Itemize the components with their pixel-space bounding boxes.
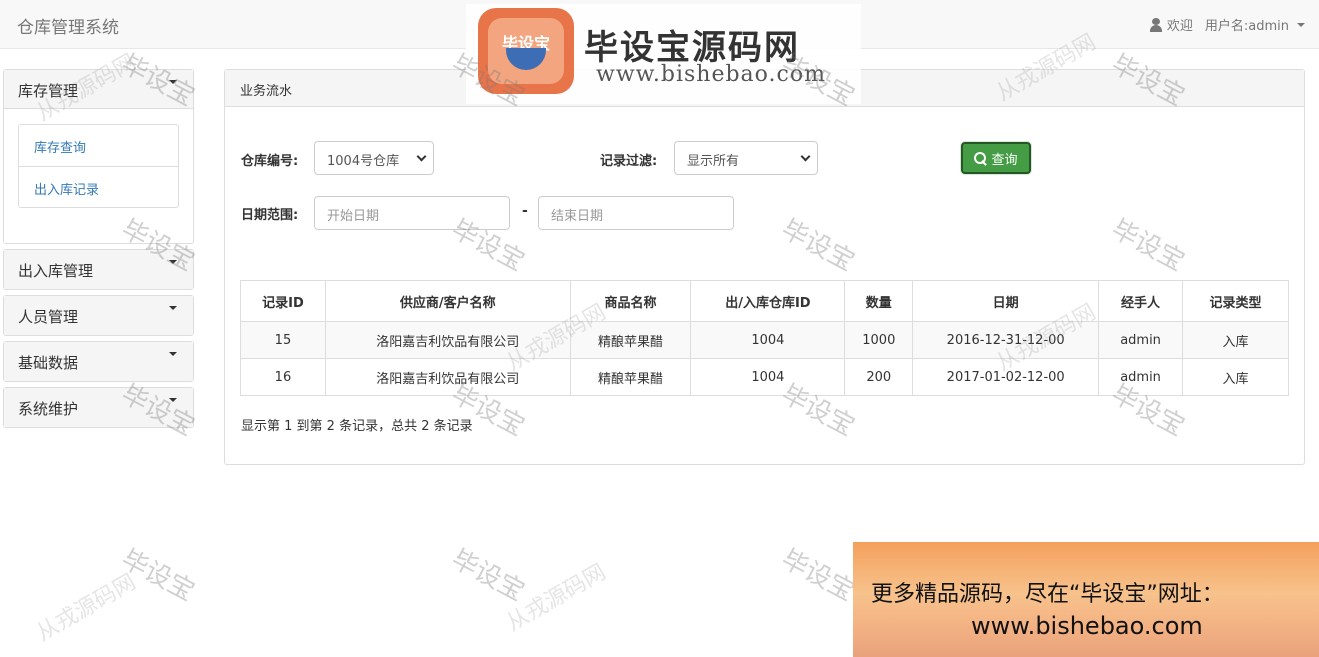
cell-product: 精酿苹果醋	[569, 321, 692, 359]
menu-basic-data: 基础数据	[3, 341, 194, 382]
cell-product: 精酿苹果醋	[569, 358, 692, 396]
watermark-text: 从戎源码网	[32, 569, 141, 647]
menu-system: 系统维护	[3, 387, 194, 428]
caret-down-icon	[169, 352, 177, 356]
watermark-text: 毕设宝	[116, 544, 200, 608]
menu-body-inventory: 库存查询 出入库记录	[4, 109, 193, 243]
warehouse-label: 仓库编号:	[241, 154, 299, 169]
submenu-item-io-records[interactable]: 出入库记录	[19, 166, 178, 207]
chevron-down-icon	[1297, 22, 1305, 27]
cell-date: 2016-12-31-12-00	[912, 321, 1100, 359]
watermark-text: 毕设宝	[776, 544, 860, 608]
cell-warehouse-id: 1004	[690, 321, 846, 359]
query-button-label: 查询	[991, 152, 1018, 168]
promo-text: 更多精品源码，尽在“毕设宝”网址：	[871, 582, 1224, 607]
cell-partner: 洛阳嘉吉利饮品有限公司	[324, 321, 571, 359]
menu-header-basic-data[interactable]: 基础数据	[4, 342, 193, 381]
table-row[interactable]: 16 洛阳嘉吉利饮品有限公司 精酿苹果醋 1004 200 2017-01-02…	[240, 358, 1289, 396]
cell-quantity: 200	[844, 358, 914, 396]
watermark-text: 毕设宝	[446, 544, 530, 608]
col-header-partner[interactable]: 供应商/客户名称	[324, 280, 571, 322]
caret-down-icon	[169, 398, 177, 402]
sidebar: 库存管理 库存查询 出入库记录 出入库管理 人员管理 基础数据 系统维护	[3, 69, 194, 433]
col-header-handler[interactable]: 经手人	[1098, 280, 1184, 322]
col-header-record-id[interactable]: 记录ID	[240, 280, 326, 322]
business-flow-panel: 业务流水 仓库编号: 1004号仓库 记录过滤: 显示所有 查询 日期范围: 开…	[224, 69, 1305, 465]
record-filter-select[interactable]: 显示所有	[674, 141, 818, 175]
logo-url: www.bishebao.com	[596, 62, 826, 87]
start-date-input[interactable]: 开始日期	[314, 196, 510, 230]
warehouse-select[interactable]: 1004号仓库	[314, 141, 434, 175]
chevron-down-icon	[416, 151, 427, 162]
cell-record-type: 入库	[1182, 321, 1289, 359]
user-menu[interactable]: 欢迎 用户名:admin	[1149, 15, 1305, 34]
cell-partner: 洛阳嘉吉利饮品有限公司	[324, 358, 571, 396]
submenu-list: 库存查询 出入库记录	[18, 124, 179, 208]
caret-down-icon	[169, 260, 177, 264]
menu-io-management: 出入库管理	[3, 249, 194, 290]
logo-mark-icon: 毕设宝	[478, 8, 574, 94]
table-row[interactable]: 15 洛阳嘉吉利饮品有限公司 精酿苹果醋 1004 1000 2016-12-3…	[240, 321, 1289, 359]
warehouse-select-value: 1004号仓库	[327, 154, 400, 169]
watermark-logo: 毕设宝 毕设宝源码网 www.bishebao.com	[466, 4, 861, 104]
user-icon	[1149, 17, 1163, 32]
date-range-label: 日期范围:	[241, 208, 299, 223]
caret-down-icon	[169, 306, 177, 310]
cell-date: 2017-01-02-12-00	[912, 358, 1100, 396]
pagination-summary: 显示第 1 到第 2 条记录，总共 2 条记录	[241, 419, 473, 434]
cell-record-id: 16	[240, 358, 326, 396]
promo-banner: 更多精品源码，尽在“毕设宝”网址： www.bishebao.com	[853, 542, 1319, 657]
menu-header-io-management[interactable]: 出入库管理	[4, 250, 193, 289]
caret-down-icon	[169, 80, 177, 84]
col-header-warehouse-id[interactable]: 出/入库仓库ID	[690, 280, 846, 322]
cell-handler: admin	[1098, 321, 1184, 359]
username-text: 用户名:admin	[1204, 19, 1289, 34]
menu-label: 基础数据	[18, 354, 79, 372]
menu-inventory: 库存管理 库存查询 出入库记录	[3, 69, 194, 244]
col-header-record-type[interactable]: 记录类型	[1182, 280, 1289, 322]
record-filter-value: 显示所有	[687, 154, 740, 169]
watermark-text: 从戎源码网	[502, 559, 611, 637]
cell-quantity: 1000	[844, 321, 914, 359]
cell-warehouse-id: 1004	[690, 358, 846, 396]
menu-label: 人员管理	[18, 308, 79, 326]
welcome-text: 欢迎	[1166, 19, 1193, 34]
menu-header-system[interactable]: 系统维护	[4, 388, 193, 427]
cell-record-type: 入库	[1182, 358, 1289, 396]
chevron-down-icon	[800, 151, 811, 162]
cell-record-id: 15	[240, 321, 326, 359]
promo-url: www.bishebao.com	[971, 612, 1203, 640]
records-table: 记录ID 供应商/客户名称 商品名称 出/入库仓库ID 数量 日期 经手人 记录…	[240, 280, 1289, 396]
menu-header-staff[interactable]: 人员管理	[4, 296, 193, 335]
end-date-input[interactable]: 结束日期	[538, 196, 734, 230]
app-brand[interactable]: 仓库管理系统	[17, 13, 119, 38]
record-filter-label: 记录过滤:	[600, 154, 658, 169]
search-icon	[974, 151, 987, 165]
menu-label: 系统维护	[18, 400, 79, 418]
cell-handler: admin	[1098, 358, 1184, 396]
date-separator: -	[522, 203, 528, 219]
col-header-quantity[interactable]: 数量	[844, 280, 914, 322]
submenu-item-stock-query[interactable]: 库存查询	[19, 125, 178, 166]
col-header-product[interactable]: 商品名称	[569, 280, 692, 322]
col-header-date[interactable]: 日期	[912, 280, 1100, 322]
menu-staff: 人员管理	[3, 295, 194, 336]
menu-label: 出入库管理	[18, 262, 94, 280]
query-button[interactable]: 查询	[961, 142, 1031, 174]
menu-header-inventory[interactable]: 库存管理	[4, 70, 193, 109]
menu-label: 库存管理	[18, 82, 79, 100]
table-header-row: 记录ID 供应商/客户名称 商品名称 出/入库仓库ID 数量 日期 经手人 记录…	[240, 280, 1289, 322]
